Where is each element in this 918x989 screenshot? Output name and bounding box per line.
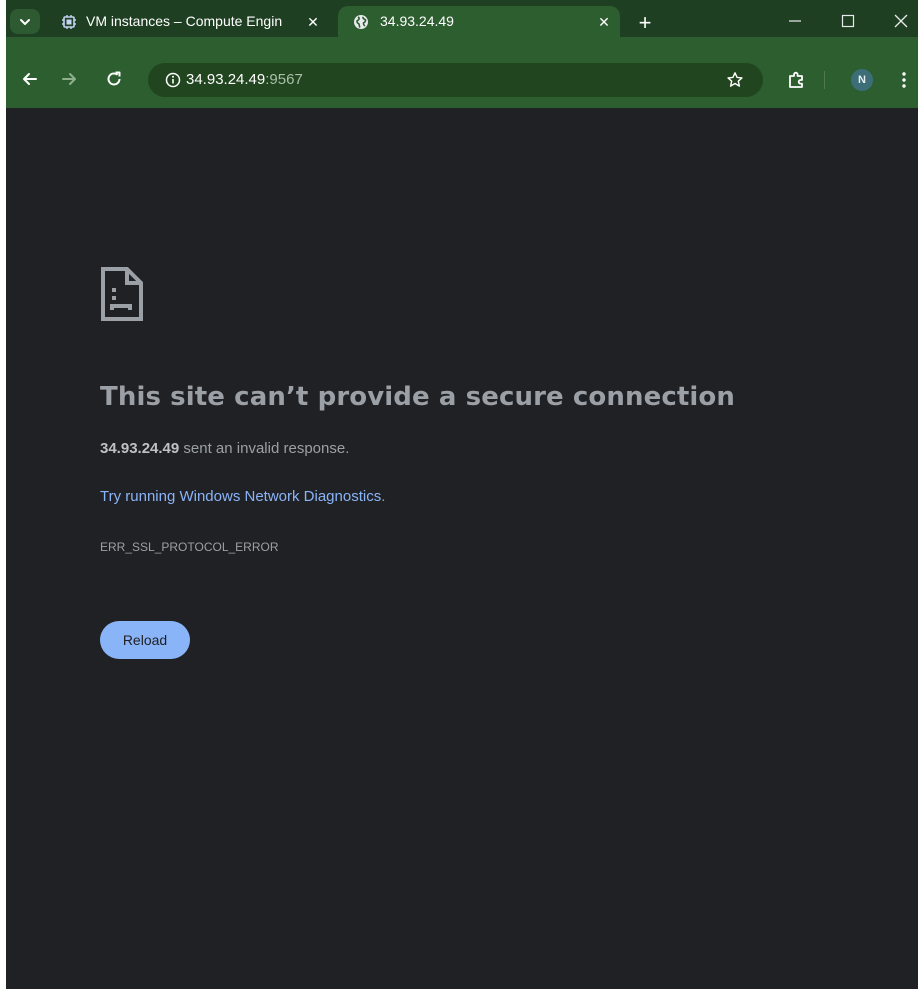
close-icon — [894, 14, 908, 28]
tab-current-site[interactable]: 34.93.24.49 ✕ — [338, 6, 620, 37]
back-button[interactable] — [18, 67, 42, 91]
profile-avatar[interactable]: N — [851, 69, 873, 91]
reload-button[interactable]: Reload — [100, 621, 190, 659]
maximize-icon — [841, 14, 855, 28]
browser-window: VM instances – Compute Engin ✕ 34.93.24.… — [6, 0, 918, 989]
chevron-down-icon — [20, 18, 30, 25]
tab-title: VM instances – Compute Engin — [86, 13, 283, 29]
puzzle-icon — [789, 71, 803, 88]
arrow-right-icon — [62, 73, 76, 85]
bookmark-star-icon[interactable] — [725, 70, 745, 90]
maximize-button[interactable] — [837, 10, 859, 32]
error-description-text: sent an invalid response. — [179, 440, 350, 457]
error-host: 34.93.24.49 — [100, 440, 180, 457]
extensions-button[interactable] — [785, 68, 809, 92]
url-port: :9567 — [265, 71, 303, 88]
more-vert-icon — [902, 72, 906, 88]
minimize-button[interactable] — [784, 10, 806, 32]
reload-toolbar-button[interactable] — [102, 67, 126, 91]
address-bar[interactable]: 34.93.24.49:9567 — [148, 63, 763, 97]
tab-strip: VM instances – Compute Engin ✕ 34.93.24.… — [6, 0, 918, 37]
minimize-icon — [789, 20, 801, 22]
url-text: 34.93.24.49:9567 — [186, 71, 303, 88]
new-tab-button[interactable]: + — [634, 12, 656, 34]
browser-toolbar: 34.93.24.49:9567 N — [6, 37, 918, 108]
tab-close-button[interactable]: ✕ — [595, 13, 613, 31]
plus-icon: + — [638, 10, 652, 35]
tab-title: 34.93.24.49 — [380, 13, 454, 29]
forward-button[interactable] — [57, 67, 81, 91]
globe-icon — [352, 13, 370, 31]
diagnostics-line: Try running Windows Network Diagnostics. — [100, 488, 385, 505]
error-title: This site can’t provide a secure connect… — [100, 382, 735, 412]
diagnostics-link[interactable]: Try running Windows Network Diagnostics — [100, 488, 381, 505]
tab-close-button[interactable]: ✕ — [304, 13, 322, 31]
sad-page-icon — [101, 267, 143, 321]
close-window-button[interactable] — [890, 10, 912, 32]
error-description: 34.93.24.49 sent an invalid response. — [100, 440, 349, 457]
reload-icon — [107, 71, 121, 86]
compute-engine-icon — [60, 13, 78, 31]
error-page: This site can’t provide a secure connect… — [6, 108, 918, 989]
site-info-icon[interactable] — [164, 71, 182, 89]
diagnostics-period: . — [381, 488, 386, 505]
tab-search-button[interactable] — [10, 9, 40, 34]
error-code: ERR_SSL_PROTOCOL_ERROR — [100, 540, 279, 554]
toolbar-divider — [824, 71, 825, 89]
arrow-left-icon — [23, 73, 37, 85]
browser-menu-button[interactable] — [896, 68, 912, 92]
tab-vm-instances[interactable]: VM instances – Compute Engin ✕ — [46, 6, 329, 37]
url-host: 34.93.24.49 — [186, 71, 266, 88]
